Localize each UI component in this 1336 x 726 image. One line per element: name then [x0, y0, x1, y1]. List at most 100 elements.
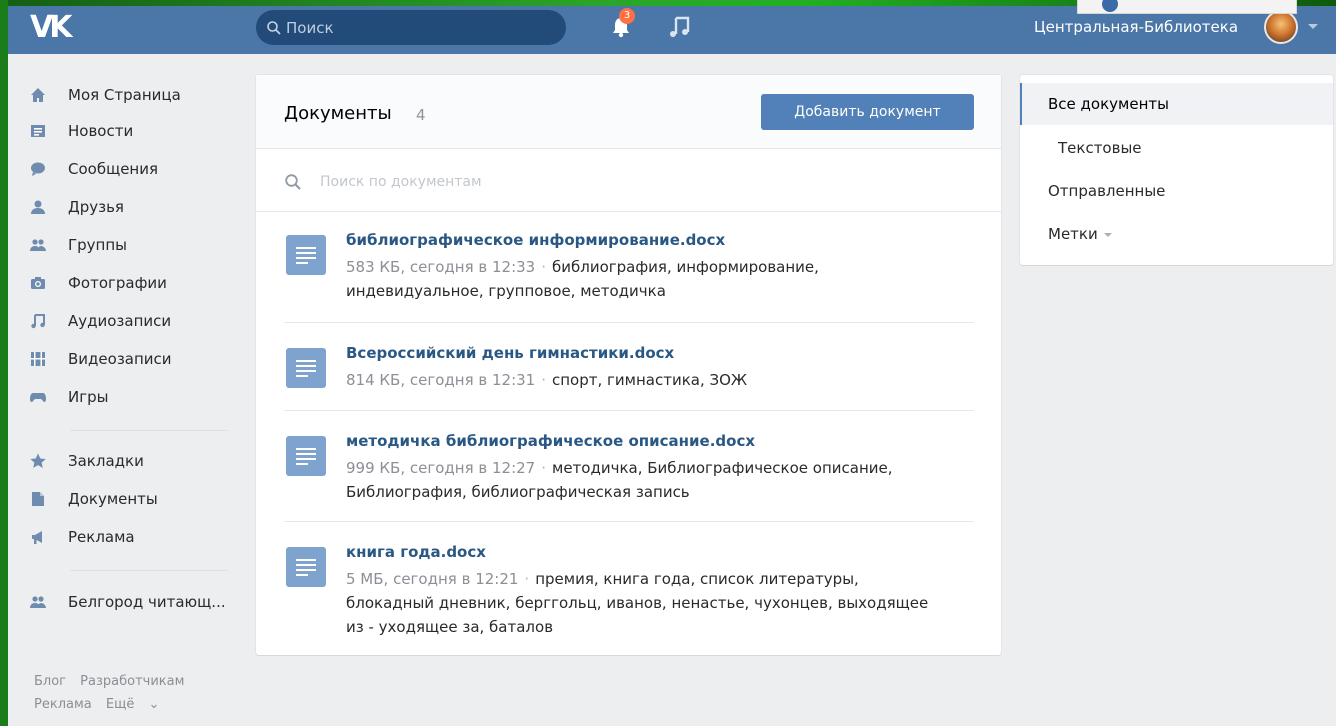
- chevron-down-icon: [1103, 232, 1112, 237]
- document-meta: 5 МБ, сегодня в 12:21 · премия, книга года…: [346, 567, 946, 639]
- document-size-date: 5 МБ, сегодня в 12:21: [346, 570, 519, 588]
- row-divider: [284, 322, 974, 323]
- sidebar-item-videos[interactable]: Видеозаписи: [30, 347, 230, 371]
- sidebar-item-group-belgorod[interactable]: Белгород читающ...: [30, 590, 230, 614]
- footer-link-ads[interactable]: Реклама: [34, 697, 92, 712]
- sidebar-item-groups[interactable]: Группы: [30, 233, 230, 257]
- news-icon: [31, 125, 45, 137]
- sidebar-item-bookmarks[interactable]: Закладки: [30, 449, 230, 473]
- popup-notification: [1077, 0, 1297, 14]
- filter-all-documents[interactable]: Все документы: [1020, 83, 1333, 125]
- document-meta: 583 КБ, сегодня в 12:33 · библиография, ин…: [346, 255, 946, 303]
- footer-links: Блог Разработчикам Реклама Ещё ⌄: [34, 670, 194, 716]
- sidebar-item-label: Белгород читающ...: [68, 593, 226, 611]
- filter-sent-documents[interactable]: Отправленные: [1020, 170, 1333, 212]
- user-name[interactable]: Центральная-Библиотека: [1034, 18, 1238, 36]
- page-title: Документы: [284, 103, 392, 124]
- footer-link-more-label: Ещё: [105, 697, 135, 712]
- film-icon: [31, 352, 45, 366]
- gamepad-icon: [30, 393, 46, 403]
- filter-tags-dropdown[interactable]: Метки: [1020, 213, 1333, 255]
- avatar[interactable]: [1264, 10, 1298, 44]
- sidebar-item-friends[interactable]: Друзья: [30, 195, 230, 219]
- document-title[interactable]: Всероссийский день гимнастики.docx: [346, 344, 674, 362]
- sidebar-item-label: Друзья: [68, 198, 124, 216]
- sidebar-item-label: Реклама: [68, 528, 135, 546]
- chevron-down-icon: ⌄: [148, 697, 160, 712]
- documents-header: Документы 4 Добавить документ: [256, 75, 1001, 149]
- sidebar-item-messages[interactable]: Сообщения: [30, 157, 230, 181]
- documents-count: 4: [416, 106, 426, 124]
- notification-dot-icon: [1102, 0, 1118, 12]
- footer-link-blog[interactable]: Блог: [34, 674, 66, 689]
- sidebar-item-documents[interactable]: Документы: [30, 487, 230, 511]
- camera-icon: [31, 277, 45, 289]
- search-icon: [267, 21, 281, 35]
- music-icon[interactable]: [668, 14, 692, 40]
- search-icon: [285, 174, 301, 190]
- document-icon: [32, 492, 44, 506]
- document-size-date: 814 КБ, сегодня в 12:31: [346, 371, 536, 389]
- sidebar-divider: [70, 430, 228, 431]
- filter-label: Метки: [1048, 225, 1098, 243]
- document-icon: [286, 547, 326, 587]
- vk-logo[interactable]: VK: [30, 13, 80, 43]
- sidebar-item-label: Сообщения: [68, 160, 159, 178]
- filter-label: Все документы: [1048, 95, 1169, 113]
- search-input[interactable]: [286, 17, 546, 39]
- documents-card: Документы 4 Добавить документ библиограф…: [256, 75, 1001, 655]
- row-divider: [284, 410, 974, 411]
- filter-label-tags: Метки: [1048, 225, 1112, 243]
- document-title[interactable]: книга года.docx: [346, 543, 486, 561]
- friend-icon: [31, 200, 45, 214]
- document-icon: [286, 348, 326, 388]
- sidebar-item-photos[interactable]: Фотографии: [30, 271, 230, 295]
- document-icon: [286, 235, 326, 275]
- music-icon: [31, 314, 45, 329]
- meta-separator: ·: [524, 570, 530, 588]
- document-size-date: 999 КБ, сегодня в 12:27: [346, 459, 536, 477]
- sidebar-item-label: Аудиозаписи: [68, 312, 172, 330]
- document-size-date: 583 КБ, сегодня в 12:33: [346, 258, 536, 276]
- green-frame-left: [0, 0, 8, 726]
- filter-text-documents[interactable]: Текстовые: [1020, 127, 1333, 169]
- megaphone-icon: [32, 531, 42, 544]
- filter-label: Текстовые: [1058, 139, 1142, 157]
- sidebar-item-label: Закладки: [68, 452, 144, 470]
- star-icon: [30, 453, 46, 468]
- sidebar-item-audio[interactable]: Аудиозаписи: [30, 309, 230, 333]
- header-search[interactable]: [256, 10, 566, 45]
- filter-label: Отправленные: [1048, 182, 1166, 200]
- documents-search[interactable]: [256, 149, 1001, 212]
- footer-link-more[interactable]: Ещё ⌄: [106, 697, 170, 712]
- notification-badge: 3: [619, 8, 635, 24]
- document-meta: 999 КБ, сегодня в 12:27 · методичка, Библи…: [346, 456, 946, 504]
- add-document-button[interactable]: Добавить документ: [761, 94, 974, 130]
- document-title[interactable]: методичка библиографическое описание.doc…: [346, 432, 755, 450]
- sidebar-item-ads[interactable]: Реклама: [30, 525, 230, 549]
- meta-separator: ·: [541, 459, 546, 477]
- meta-separator: ·: [541, 371, 546, 389]
- documents-filter-menu: Все документы Текстовые Отправленные Мет…: [1020, 75, 1333, 265]
- document-tags[interactable]: спорт, гимнастика, ЗОЖ: [552, 371, 747, 389]
- sidebar-item-label: Группы: [68, 236, 128, 254]
- document-title[interactable]: библиографическое информирование.docx: [346, 231, 725, 249]
- sidebar-item-news[interactable]: Новости: [30, 119, 230, 143]
- groups-icon: [30, 596, 46, 608]
- sidebar-item-label: Игры: [68, 388, 109, 406]
- sidebar-divider: [70, 570, 228, 571]
- row-divider: [284, 521, 974, 522]
- sidebar-item-label: Новости: [68, 122, 134, 140]
- document-icon: [286, 436, 326, 476]
- document-meta: 814 КБ, сегодня в 12:31 · спорт, гимнастик…: [346, 368, 946, 392]
- home-icon: [31, 88, 45, 102]
- sidebar-item-games[interactable]: Игры: [30, 385, 230, 409]
- footer-link-developers[interactable]: Разработчикам: [80, 674, 184, 689]
- documents-search-input[interactable]: [320, 171, 920, 193]
- meta-separator: ·: [541, 258, 546, 276]
- sidebar-item-label: Видеозаписи: [68, 350, 172, 368]
- sidebar-item-label: Фотографии: [68, 274, 167, 292]
- messages-icon: [31, 162, 45, 176]
- chevron-down-icon[interactable]: [1308, 24, 1318, 29]
- sidebar-item-my-page[interactable]: Моя Страница: [30, 83, 230, 107]
